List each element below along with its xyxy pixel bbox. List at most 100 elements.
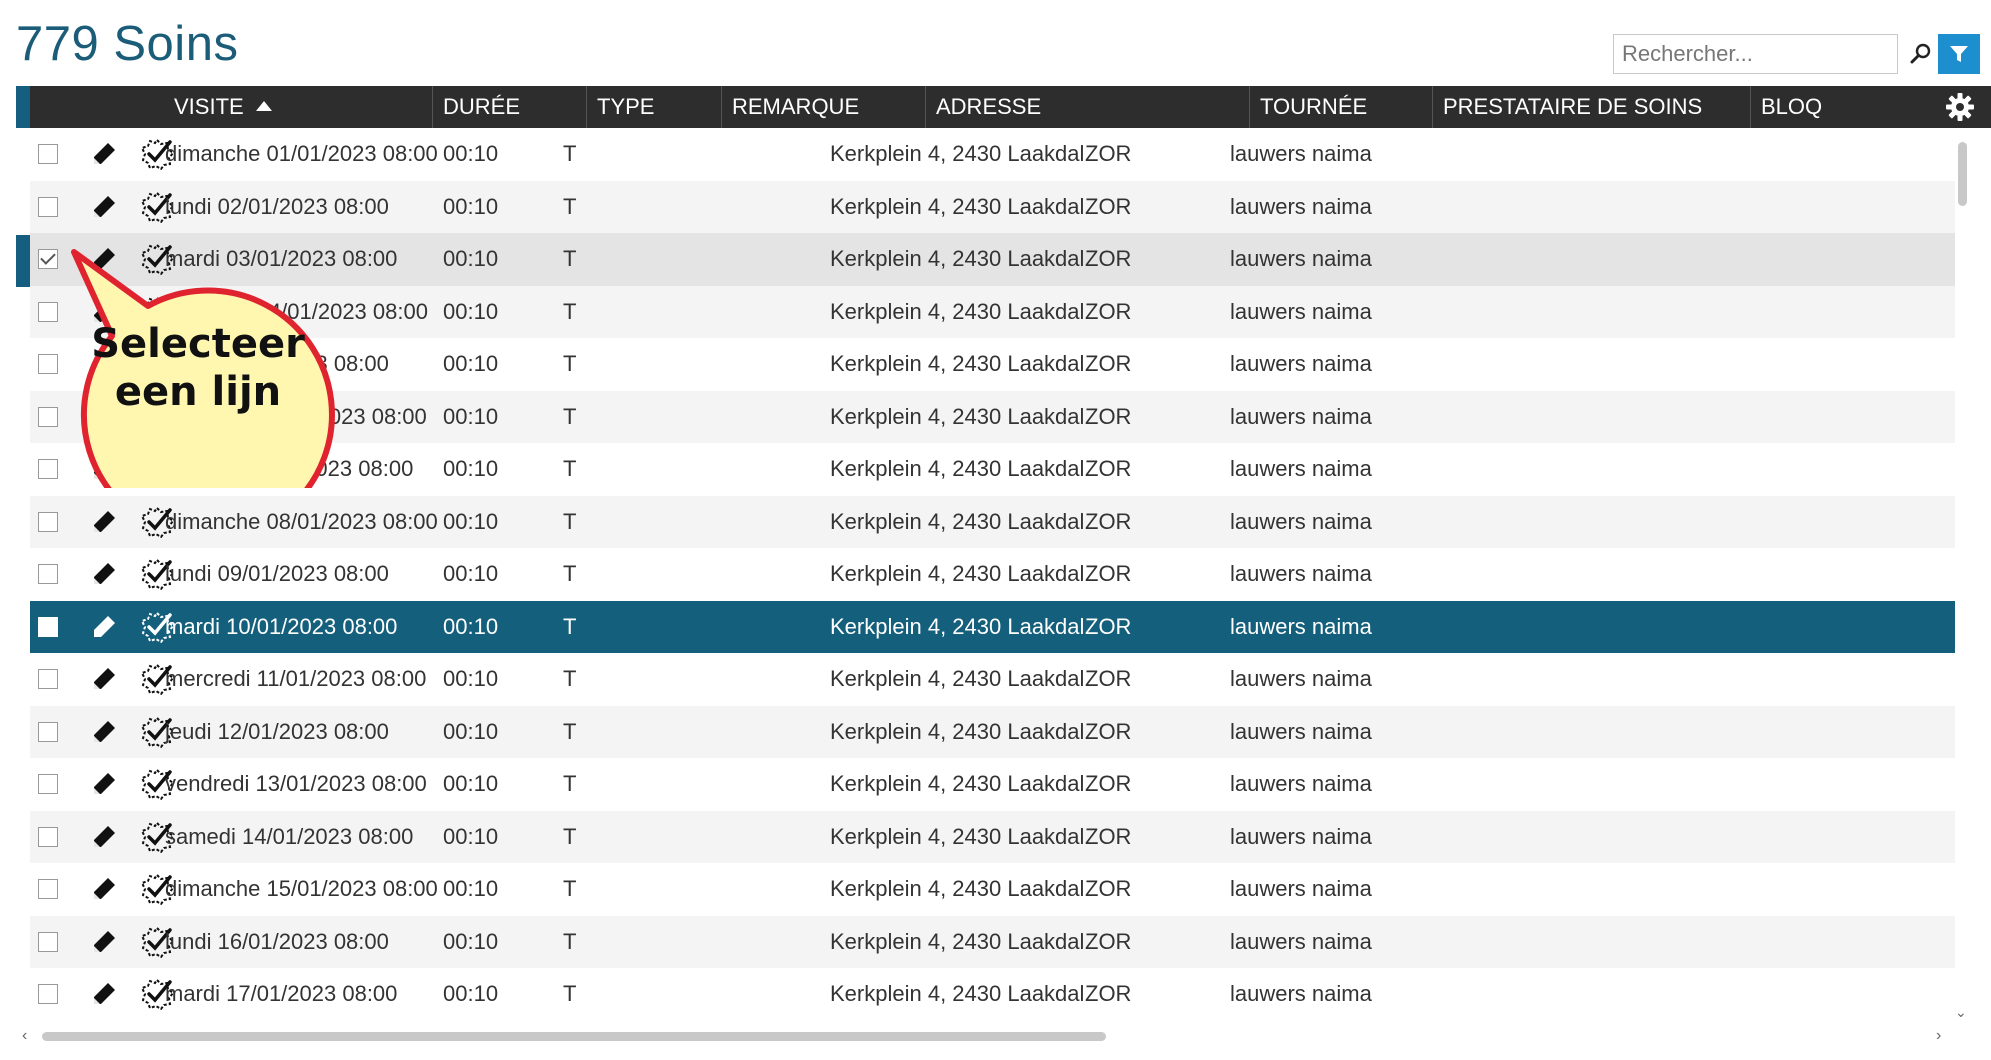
cell-adresse: Kerkplein 4, 2430 Laakdal	[830, 141, 1085, 166]
table-row[interactable]: dimanche 01/01/2023 08:00 00:10 T Kerkplein…	[30, 128, 1955, 181]
pencil-icon[interactable]	[90, 350, 118, 378]
filter-icon	[1950, 46, 1968, 62]
pencil-icon[interactable]	[90, 980, 118, 1008]
cell-type: T	[563, 193, 577, 219]
header-visite[interactable]: VISITE	[164, 86, 432, 128]
table-row[interactable]: mercredi 11/01/2023 08:00 00:10 T Kerkplein…	[30, 653, 1955, 706]
row-select-checkbox[interactable]	[38, 301, 58, 322]
pencil-icon[interactable]	[90, 193, 118, 221]
header-adresse[interactable]: ADRESSE	[925, 86, 1249, 128]
table-row[interactable]: mercredi 04/01/2023 08:00 00:10 T Kerkplein…	[30, 285, 1955, 338]
row-select-checkbox[interactable]	[38, 721, 58, 742]
search-icon[interactable]	[1910, 35, 1932, 73]
row-select-checkbox[interactable]	[38, 249, 58, 269]
pencil-icon[interactable]	[90, 875, 118, 903]
table-row[interactable]: lundi 02/01/2023 08:00 00:10 T Kerkplein 4,…	[30, 180, 1955, 233]
cell-visite: vendredi 06/01/2023 08:00	[165, 403, 427, 429]
cell-type: T	[563, 561, 577, 586]
cell-type: T	[563, 666, 577, 691]
table-row[interactable]: jeudi 12/01/2023 08:00 00:10 T Kerkplein 4,…	[30, 705, 1955, 758]
cell-visite: mardi 10/01/2023 08:00	[165, 613, 398, 639]
scroll-left-arrow-icon[interactable]: ‹	[22, 1027, 27, 1045]
row-select-checkbox[interactable]	[38, 774, 58, 794]
cell-duree: 00:10	[443, 981, 499, 1006]
pencil-icon[interactable]	[90, 298, 118, 326]
row-select-checkbox[interactable]	[38, 144, 58, 164]
cell-adresse: Kerkplein 4, 2430 Laakdal	[830, 823, 1085, 849]
pencil-icon[interactable]	[90, 455, 118, 483]
cell-tournee: ZOR	[1085, 351, 1132, 376]
row-select-checkbox[interactable]	[38, 354, 58, 374]
cell-prestataire: lauwers naima	[1230, 141, 1372, 166]
pencil-icon[interactable]	[90, 140, 118, 168]
row-select-checkbox[interactable]	[38, 459, 58, 479]
row-select-checkbox[interactable]	[38, 931, 58, 952]
row-select-checkbox[interactable]	[38, 826, 58, 847]
row-select-checkbox[interactable]	[38, 406, 58, 427]
table-row[interactable]: lundi 09/01/2023 08:00 00:10 T Kerkplein 4,…	[30, 548, 1955, 601]
table-row[interactable]: samedi 14/01/2023 08:00 00:10 T Kerkplein 4…	[30, 810, 1955, 863]
table-row[interactable]: dimanche 08/01/2023 08:00 00:10 T Kerkplein…	[30, 495, 1955, 548]
scroll-down-arrow-icon[interactable]: ⌄	[1955, 1004, 1967, 1021]
pencil-icon[interactable]	[90, 403, 118, 431]
pencil-icon[interactable]	[90, 245, 118, 273]
cell-tournee: ZOR	[1085, 718, 1132, 744]
row-select-checkbox[interactable]	[38, 564, 58, 584]
pencil-icon[interactable]	[90, 770, 118, 798]
cell-type: T	[563, 403, 577, 429]
pencil-icon[interactable]	[90, 560, 118, 588]
cell-duree: 00:10	[443, 876, 499, 901]
cell-tournee: ZOR	[1085, 561, 1132, 586]
cell-tournee: ZOR	[1085, 666, 1132, 691]
cell-tournee: ZOR	[1085, 771, 1132, 796]
table-row[interactable]: mardi 17/01/2023 08:00 00:10 T Kerkplein 4,…	[30, 968, 1955, 1021]
filter-button[interactable]	[1938, 34, 1980, 74]
row-select-checkbox[interactable]	[38, 511, 58, 532]
cell-duree: 00:10	[443, 561, 499, 586]
cell-adresse: Kerkplein 4, 2430 Laakdal	[830, 508, 1085, 534]
vertical-scrollbar[interactable]	[1955, 130, 1965, 1018]
header-remarque[interactable]: REMARQUE	[721, 86, 925, 128]
header-bloq[interactable]: BLOQ	[1750, 86, 1940, 128]
table-row[interactable]: samedi 07/01/2023 08:00 00:10 T Kerkplein 4…	[30, 443, 1955, 496]
header-type[interactable]: TYPE	[586, 86, 721, 128]
row-select-checkbox[interactable]	[38, 669, 58, 689]
header-duree[interactable]: DURÉE	[432, 86, 586, 128]
row-select-checkbox[interactable]	[38, 879, 58, 899]
table-row[interactable]: mardi 03/01/2023 08:00 00:10 T Kerkplein 4,…	[30, 233, 1955, 286]
table-row[interactable]: mardi 10/01/2023 08:00 00:10 T Kerkplein 4,…	[30, 600, 1955, 653]
cell-duree: 00:10	[443, 666, 499, 691]
cell-adresse: Kerkplein 4, 2430 Laakdal	[830, 246, 1085, 271]
table-row[interactable]: dimanche 15/01/2023 08:00 00:10 T Kerkplein…	[30, 863, 1955, 916]
cell-type: T	[563, 351, 577, 376]
pencil-icon[interactable]	[90, 928, 118, 956]
cell-prestataire: lauwers naima	[1230, 876, 1372, 901]
header-prestataire[interactable]: PRESTATAIRE DE SOINS	[1432, 86, 1750, 128]
search-input[interactable]	[1614, 35, 1910, 73]
pencil-icon[interactable]	[90, 508, 118, 536]
table-row[interactable]: vendredi 06/01/2023 08:00 00:10 T Kerkplein…	[30, 390, 1955, 443]
row-select-checkbox[interactable]	[38, 984, 58, 1004]
table-row[interactable]: jeudi 05/01/2023 08:00 00:10 T Kerkplein 4,…	[30, 338, 1955, 391]
cell-prestataire: lauwers naima	[1230, 456, 1372, 481]
header-tournee[interactable]: TOURNÉE	[1249, 86, 1432, 128]
cell-visite: samedi 07/01/2023 08:00	[165, 456, 414, 481]
cell-duree: 00:10	[443, 718, 499, 744]
pencil-icon[interactable]	[90, 613, 118, 641]
cell-type: T	[563, 771, 577, 796]
grid-body: dimanche 01/01/2023 08:00 00:10 T Kerkplein…	[30, 128, 1955, 1021]
row-select-checkbox[interactable]	[38, 196, 58, 217]
gear-icon[interactable]	[1945, 92, 1975, 122]
row-select-checkbox[interactable]	[38, 616, 58, 637]
scroll-right-arrow-icon[interactable]: ›	[1936, 1027, 1941, 1045]
cell-tournee: ZOR	[1085, 823, 1132, 849]
vertical-scrollbar-thumb[interactable]	[1958, 142, 1967, 206]
table-row[interactable]: vendredi 13/01/2023 08:00 00:10 T Kerkplein…	[30, 758, 1955, 811]
table-row[interactable]: lundi 16/01/2023 08:00 00:10 T Kerkplein 4,…	[30, 915, 1955, 968]
pencil-icon[interactable]	[90, 823, 118, 851]
pencil-icon[interactable]	[90, 718, 118, 746]
cell-duree: 00:10	[443, 403, 499, 429]
pencil-icon[interactable]	[90, 665, 118, 693]
search-box[interactable]	[1613, 34, 1931, 74]
horizontal-scrollbar-thumb[interactable]	[42, 1032, 1106, 1041]
